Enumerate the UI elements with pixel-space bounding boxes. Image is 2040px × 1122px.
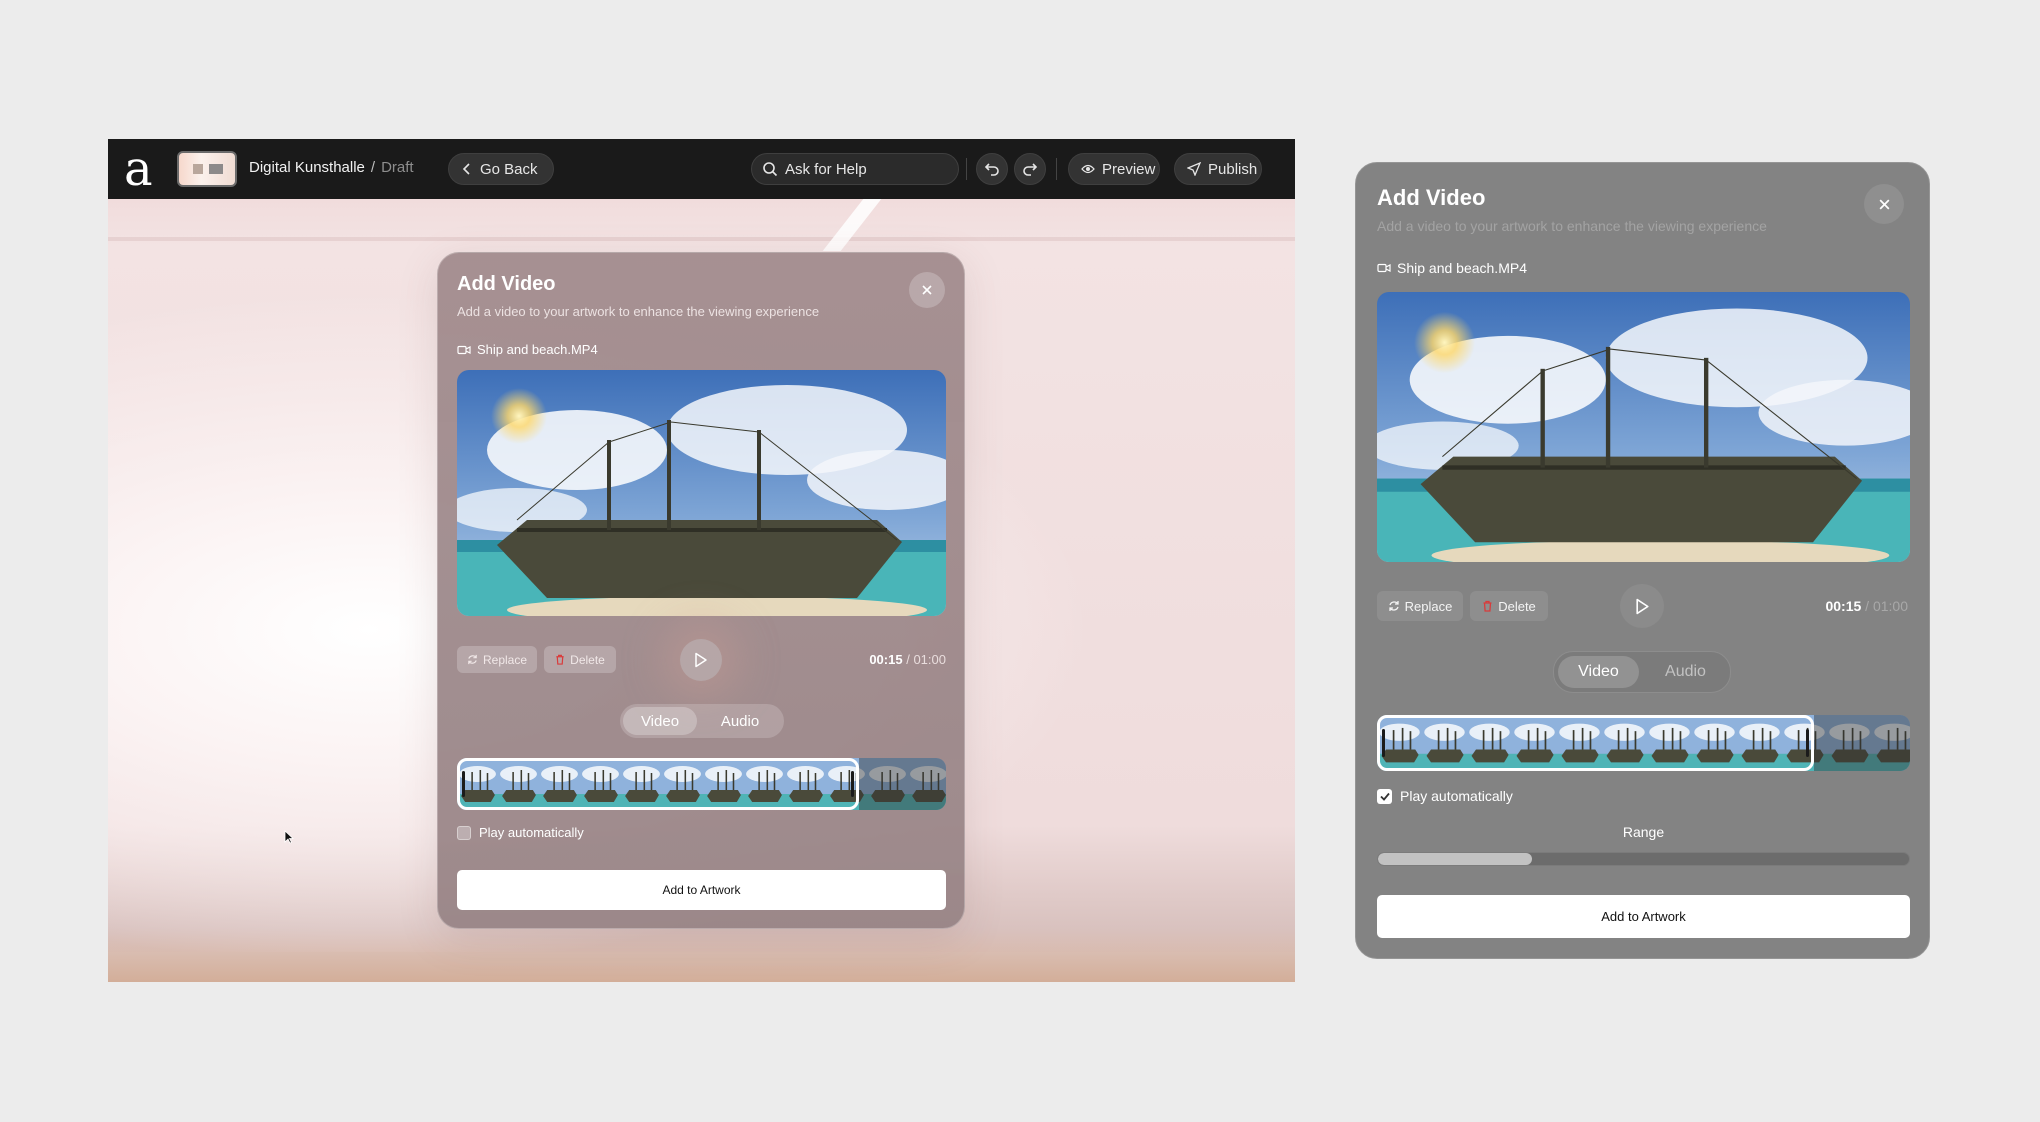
close-button[interactable] [1864,184,1904,224]
playback-time: 00:15 / 01:00 [869,652,946,667]
trim-handle-end[interactable] [1806,729,1809,757]
timeline-unselected [859,758,946,810]
breadcrumb-separator: / [370,159,376,176]
checkmark-icon [1379,792,1390,801]
tab-video[interactable]: Video [1558,656,1639,688]
range-slider[interactable] [1377,852,1910,866]
send-icon [1187,162,1201,176]
replace-button[interactable]: Replace [457,646,537,673]
trim-handle-start[interactable] [1382,729,1385,757]
close-icon [921,284,933,296]
play-icon [694,652,708,668]
ceiling-edge [108,237,1295,241]
play-automatically-label: Play automatically [479,825,584,840]
video-file-name: Ship and beach.MP4 [457,342,598,357]
publish-label: Publish [1208,160,1258,178]
time-separator: / [906,652,910,667]
divider [966,158,967,180]
add-to-artwork-button[interactable]: Add to Artwork [457,870,946,910]
delete-label: Delete [570,652,605,667]
breadcrumb: Digital Kunsthalle / Draft [249,159,414,176]
timeline-unselected [1814,715,1910,771]
go-back-label: Go Back [480,160,538,178]
project-thumbnail[interactable] [177,151,237,187]
ask-for-help-label: Ask for Help [785,160,867,178]
search-icon [762,161,778,177]
delete-button[interactable]: Delete [1470,591,1548,621]
logo-icon[interactable]: a [124,145,160,193]
dialog-title: Add Video [457,273,556,295]
trim-handle-end[interactable] [851,771,854,797]
redo-button[interactable] [1014,153,1046,185]
trim-handle-start[interactable] [462,771,465,797]
checkbox-box[interactable] [457,825,471,840]
video-file-icon [457,345,471,355]
timeline-selection[interactable] [1377,715,1814,771]
cursor-icon [284,830,294,844]
replace-label: Replace [482,652,528,667]
replace-button[interactable]: Replace [1377,591,1463,621]
dialog-title: Add Video [1377,185,1486,210]
close-button[interactable] [909,272,945,308]
timeline-selection[interactable] [457,758,859,810]
project-name[interactable]: Digital Kunsthalle [249,159,365,176]
add-video-dialog-expanded: Add Video Add a video to your artwork to… [1355,162,1930,959]
add-video-dialog: Add Video Add a video to your artwork to… [437,252,965,929]
file-name-label: Ship and beach.MP4 [477,342,598,357]
trash-icon [1482,600,1493,612]
replace-label: Replace [1404,598,1453,614]
dialog-subtitle: Add a video to your artwork to enhance t… [457,304,820,319]
play-automatically-label: Play automatically [1400,788,1513,804]
undo-icon [984,161,1000,177]
chevron-left-icon [461,163,473,175]
file-name-label: Ship and beach.MP4 [1397,260,1527,276]
range-label: Range [1622,824,1665,840]
eye-icon [1081,163,1095,175]
gallery-floor [108,952,1295,982]
play-button[interactable] [1620,584,1664,628]
range-slider-fill[interactable] [1378,853,1532,865]
trash-icon [555,654,565,665]
play-button[interactable] [680,639,722,681]
tab-video[interactable]: Video [623,707,697,735]
time-total: 01:00 [1872,598,1908,614]
preview-label: Preview [1102,160,1156,178]
tab-audio[interactable]: Audio [1645,656,1726,688]
video-preview[interactable] [457,370,946,616]
redo-icon [1022,161,1038,177]
refresh-icon [1388,600,1400,612]
time-separator: / [1865,598,1870,614]
top-bar: a Digital Kunsthalle / Draft Go Back Ask… [108,139,1295,199]
add-to-artwork-button[interactable]: Add to Artwork [1377,895,1910,938]
publish-button[interactable]: Publish [1174,153,1262,185]
ceiling-light [822,199,882,251]
go-back-button[interactable]: Go Back [448,153,554,185]
play-automatically-checkbox[interactable]: Play automatically [1377,788,1513,804]
refresh-icon [467,654,478,665]
video-file-name: Ship and beach.MP4 [1377,260,1527,276]
play-automatically-checkbox[interactable]: Play automatically [457,825,584,840]
dialog-subtitle: Add a video to your artwork to enhance t… [1377,218,1767,234]
ask-for-help-input[interactable]: Ask for Help [751,153,959,185]
delete-button[interactable]: Delete [544,646,616,673]
delete-label: Delete [1498,598,1536,614]
playback-time: 00:15 / 01:00 [1825,598,1908,614]
play-icon [1635,598,1650,615]
close-icon [1878,198,1891,211]
preview-button[interactable]: Preview [1068,153,1160,185]
time-total: 01:00 [913,652,946,667]
video-preview[interactable] [1377,292,1910,562]
media-type-toggle: Video Audio [1553,651,1731,693]
media-type-toggle: Video Audio [620,704,784,738]
status-label: Draft [381,159,414,176]
time-current: 00:15 [869,652,903,667]
divider [1056,158,1057,180]
undo-button[interactable] [976,153,1008,185]
tab-audio[interactable]: Audio [703,707,777,735]
video-file-icon [1377,263,1391,273]
checkbox-box[interactable] [1377,788,1392,804]
time-current: 00:15 [1825,598,1862,614]
